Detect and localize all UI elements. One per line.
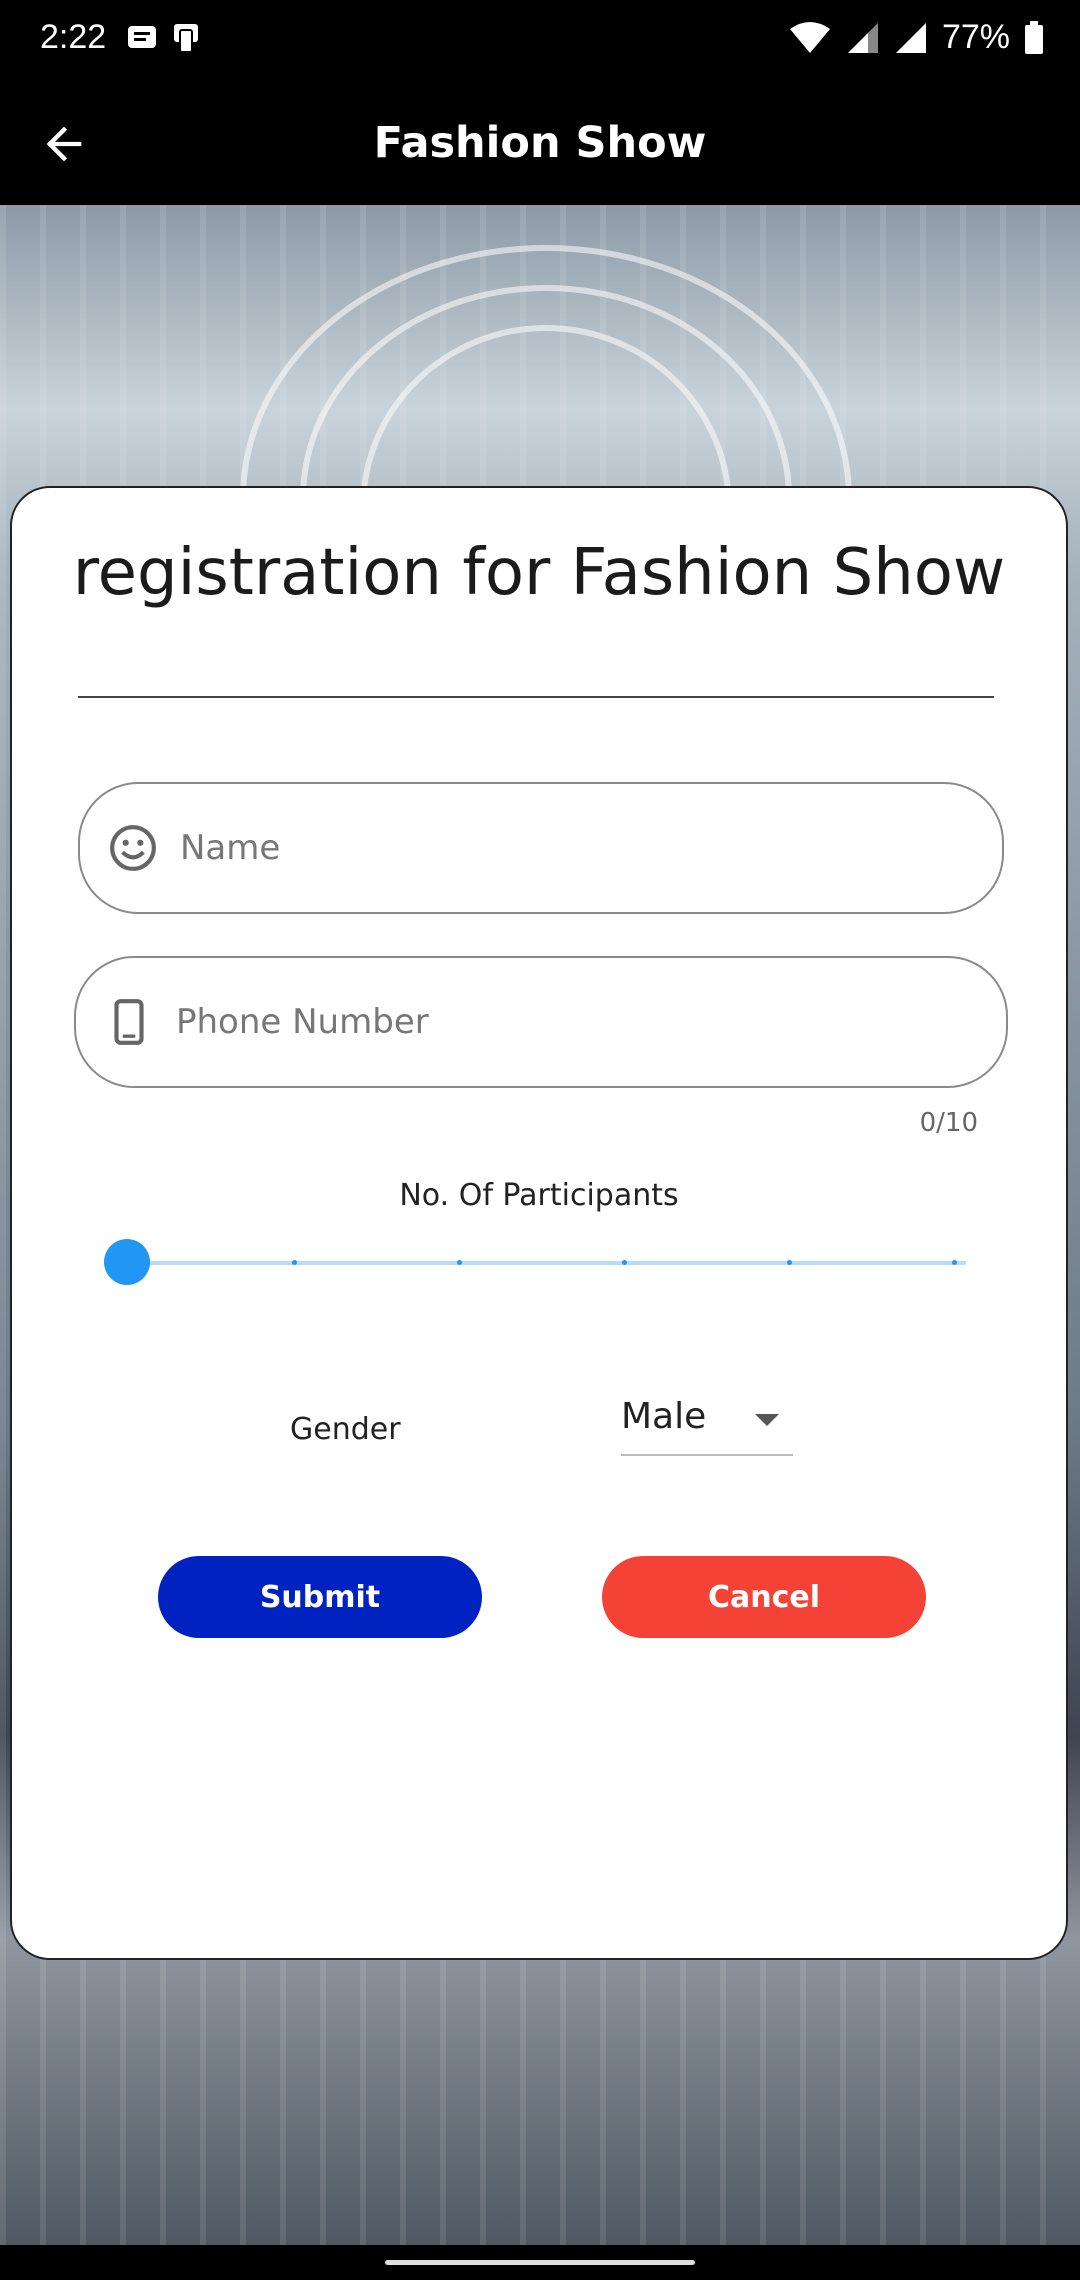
- status-time: 2:22: [40, 18, 107, 56]
- device-notification-icon: [174, 24, 198, 52]
- name-input[interactable]: [180, 828, 1002, 868]
- message-notification-icon: [128, 26, 156, 48]
- app-bar: Fashion Show: [0, 82, 1080, 205]
- smiley-face-icon: [110, 825, 156, 871]
- phone-field[interactable]: [74, 956, 1008, 1088]
- battery-icon: [1025, 20, 1043, 54]
- slider-tick: [457, 1260, 462, 1265]
- slider-tick: [622, 1260, 627, 1265]
- cell-signal-icon: [895, 22, 926, 53]
- slider-tick: [952, 1260, 957, 1265]
- participants-label: No. Of Participants: [399, 1178, 679, 1213]
- app-title: Fashion Show: [373, 118, 707, 168]
- smartphone-icon: [114, 999, 144, 1045]
- submit-button[interactable]: Submit: [158, 1556, 482, 1638]
- dropdown-arrow-icon: [755, 1414, 779, 1426]
- battery-percent: 77%: [941, 18, 1010, 56]
- home-indicator[interactable]: [385, 2260, 695, 2265]
- gender-selected-value: Male: [621, 1396, 707, 1437]
- gender-dropdown[interactable]: Male: [621, 1392, 793, 1456]
- cell-signal-icon: [847, 22, 878, 53]
- status-right: 77%: [788, 18, 1044, 57]
- phone-input[interactable]: [176, 1002, 1006, 1042]
- cancel-button[interactable]: Cancel: [602, 1556, 926, 1638]
- gender-label: Gender: [290, 1412, 401, 1447]
- phone-character-counter: 0/10: [919, 1108, 978, 1138]
- form-title: registration for Fashion Show: [72, 536, 1006, 610]
- slider-tick: [787, 1260, 792, 1265]
- status-bar: 2:22 77%: [0, 0, 1080, 82]
- wifi-icon: [789, 21, 830, 53]
- participants-slider-track[interactable]: [128, 1261, 966, 1265]
- name-field[interactable]: [78, 782, 1004, 914]
- title-divider: [78, 696, 994, 698]
- participants-slider-thumb[interactable]: [104, 1239, 150, 1285]
- slider-tick: [292, 1260, 297, 1265]
- registration-card: registration for Fashion Show 0/10 No. O…: [10, 486, 1068, 1960]
